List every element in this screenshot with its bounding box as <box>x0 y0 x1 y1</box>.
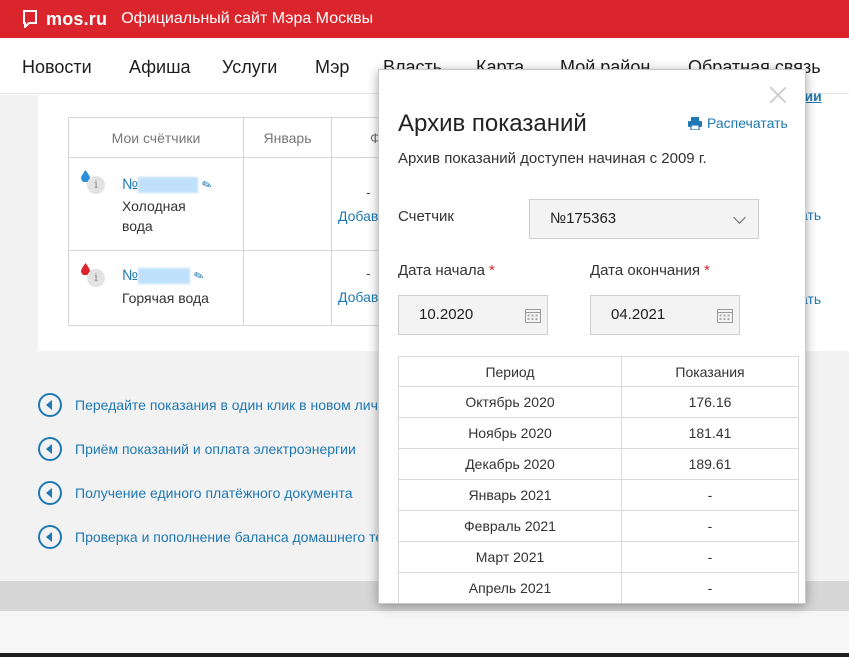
table-row: Декабрь 2020 189.61 <box>398 448 799 480</box>
link-row-2[interactable]: Приём показаний и оплата электроэнергии <box>38 437 356 461</box>
reading-cell: - <box>621 572 799 603</box>
meter-number-hot[interactable]: № ✎ <box>122 267 206 285</box>
circle-arrow-icon <box>38 393 62 417</box>
mos-logo-icon[interactable] <box>22 10 38 28</box>
info-icon[interactable]: i <box>87 269 105 287</box>
period-cell: Декабрь 2020 <box>398 448 622 480</box>
meter-row-cold: i № ✎ Холодная вода <box>68 157 244 251</box>
link-text-4[interactable]: Проверка и пополнение баланса домашнего … <box>75 529 383 545</box>
print-label[interactable]: Распечатать <box>707 115 788 131</box>
period-cell: Март 2021 <box>398 541 622 573</box>
modal-title: Архив показаний <box>398 110 587 137</box>
link-row-1[interactable]: Передайте показания в один клик в новом … <box>38 393 378 417</box>
reading-cell: - <box>621 510 799 542</box>
info-icon[interactable]: i <box>87 176 105 194</box>
table-row: Март 2021- <box>398 541 799 573</box>
chevron-down-icon <box>733 211 746 224</box>
redacted-number <box>138 268 191 285</box>
start-date-input[interactable]: 10.2020 <box>398 295 548 335</box>
circle-arrow-icon <box>38 437 62 461</box>
redacted-number <box>138 177 199 194</box>
meter-hot-january <box>243 250 332 326</box>
table-row: Январь 2021- <box>398 479 799 511</box>
nav-item-mayor[interactable]: Мэр <box>315 57 349 78</box>
start-date-label: Дата начала * <box>398 262 495 279</box>
meters-header-january: Январь <box>243 117 332 158</box>
add-reading-link-hot[interactable]: Добав <box>338 289 378 305</box>
link-text-3[interactable]: Получение единого платёжного документа <box>75 485 353 501</box>
reading-cell: 176.16 <box>621 386 799 418</box>
site-subtitle: Официальный сайт Мэра Москвы <box>121 10 374 27</box>
reading-cell: 181.41 <box>621 417 799 449</box>
print-button[interactable]: Распечатать <box>688 115 788 131</box>
archive-header-period: Период <box>398 356 622 387</box>
printer-icon <box>688 116 702 130</box>
site-header: mos.ru Официальный сайт Мэра Москвы <box>0 0 849 38</box>
table-row: Апрель 2021- <box>398 572 799 603</box>
end-date-value: 04.2021 <box>611 306 666 323</box>
archive-table: Период Показания Октябрь 2020 176.16 Нояб… <box>398 356 799 603</box>
edit-pencil-icon[interactable]: ✎ <box>192 268 206 285</box>
table-row: Октябрь 2020 176.16 <box>398 386 799 418</box>
reading-cell: - <box>621 541 799 573</box>
period-cell: Октябрь 2020 <box>398 386 622 418</box>
link-text-1[interactable]: Передайте показания в один клик в новом … <box>75 397 378 413</box>
archive-header-readings: Показания <box>621 356 799 387</box>
meter-cold-january <box>243 157 332 251</box>
meter-field-label: Счетчик <box>398 208 454 225</box>
end-date-input[interactable]: 04.2021 <box>590 295 740 335</box>
reading-cell: 189.61 <box>621 448 799 480</box>
period-cell: Апрель 2021 <box>398 572 622 603</box>
meter-row-hot: i № ✎ Горячая вода <box>68 250 244 326</box>
modal-subtitle: Архив показаний доступен начиная с 2009 … <box>398 150 707 167</box>
table-row: Февраль 2021- <box>398 510 799 542</box>
reading-cell: - <box>621 479 799 511</box>
meter-select[interactable]: №175363 <box>529 199 759 239</box>
end-date-label: Дата окончания * <box>590 262 710 279</box>
start-date-value: 10.2020 <box>419 306 474 323</box>
table-row: Ноябрь 2020 181.41 <box>398 417 799 449</box>
close-icon[interactable] <box>769 86 787 104</box>
meters-header-my-meters: Мои счётчики <box>68 117 244 158</box>
circle-arrow-icon <box>38 525 62 549</box>
site-brand[interactable]: mos.ru <box>46 9 107 30</box>
meter-label-cold: Холодная вода <box>122 198 186 234</box>
archive-modal: Архив показаний Распечатать Архив показа… <box>378 69 806 604</box>
period-cell: Ноябрь 2020 <box>398 417 622 449</box>
meter-label-hot: Горячая вода <box>122 290 209 306</box>
meter-hot-feb-value: - <box>366 265 371 281</box>
link-row-4[interactable]: Проверка и пополнение баланса домашнего … <box>38 525 383 549</box>
footer-area <box>0 611 849 657</box>
link-text-2[interactable]: Приём показаний и оплата электроэнергии <box>75 441 356 457</box>
meter-cold-feb-value: - <box>366 184 371 200</box>
link-row-3[interactable]: Получение единого платёжного документа <box>38 481 353 505</box>
period-cell: Январь 2021 <box>398 479 622 511</box>
meter-select-value: №175363 <box>550 210 617 227</box>
add-reading-link-cold[interactable]: Добав <box>338 208 378 224</box>
nav-item-afisha[interactable]: Афиша <box>129 57 191 78</box>
circle-arrow-icon <box>38 481 62 505</box>
nav-item-news[interactable]: Новости <box>22 57 92 78</box>
bottom-border <box>0 653 849 657</box>
calendar-icon[interactable] <box>717 308 733 323</box>
meter-number-cold[interactable]: № ✎ <box>122 176 214 194</box>
period-cell: Февраль 2021 <box>398 510 622 542</box>
edit-pencil-icon[interactable]: ✎ <box>200 177 214 194</box>
nav-item-services[interactable]: Услуги <box>222 57 277 78</box>
calendar-icon[interactable] <box>525 308 541 323</box>
